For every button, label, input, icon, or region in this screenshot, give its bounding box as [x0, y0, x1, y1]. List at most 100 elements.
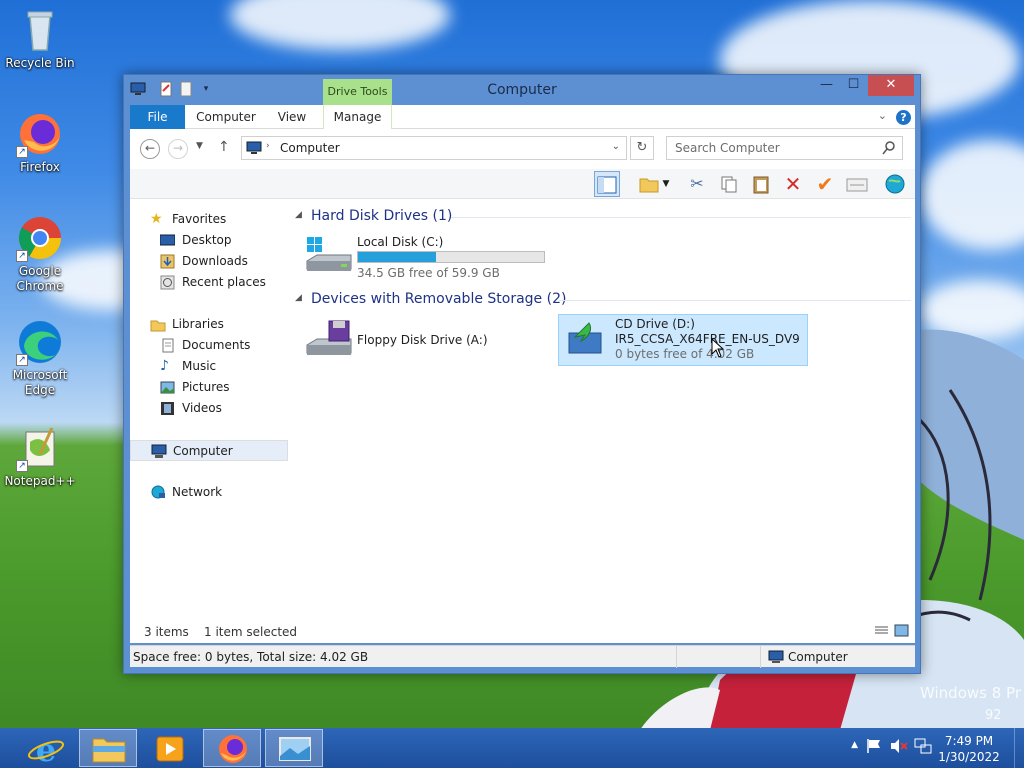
desktop-icon-chrome[interactable]: ↗ Google Chrome — [2, 214, 78, 294]
search-icon — [882, 141, 896, 158]
drive-free-space: 34.5 GB free of 59.9 GB — [357, 266, 500, 280]
show-hidden-icons[interactable]: ▲ — [851, 740, 858, 750]
forward-button[interactable]: → — [168, 139, 188, 159]
drive-usage-bar — [357, 251, 545, 263]
refresh-button[interactable]: ↻ — [630, 136, 654, 160]
properties-toolbar-icon[interactable] — [844, 171, 870, 197]
drive-floppy-a[interactable]: Floppy Disk Drive (A:) — [305, 319, 545, 369]
cut-icon[interactable]: ✂ — [684, 171, 710, 197]
open-folder-icon[interactable] — [636, 171, 662, 197]
nav-libraries[interactable]: Libraries — [130, 314, 288, 335]
system-clock[interactable]: 7:49 PM 1/30/2022 — [938, 733, 1000, 765]
nav-favorites[interactable]: ★ Favorites — [130, 209, 288, 230]
nav-desktop[interactable]: Desktop — [130, 230, 288, 251]
drives-view: ◢ Hard Disk Drives (1) Local Disk (C:) 3… — [295, 199, 915, 619]
large-icons-view-icon[interactable] — [894, 624, 909, 640]
status-divider — [760, 646, 761, 668]
network-globe-icon[interactable] — [882, 171, 908, 197]
volume-muted-icon[interactable] — [890, 738, 908, 757]
nav-music[interactable]: ♪ Music — [130, 356, 288, 377]
title-bar[interactable]: ▾ Drive Tools Computer — ☐ ✕ — [124, 75, 920, 106]
nav-videos[interactable]: Videos — [130, 398, 288, 419]
maximize-button[interactable]: ☐ — [840, 75, 867, 96]
drive-name: Floppy Disk Drive (A:) — [357, 333, 488, 347]
network-status-icon[interactable] — [914, 738, 932, 757]
tab-manage[interactable]: Manage — [323, 105, 392, 129]
delete-icon[interactable]: ✕ — [780, 171, 806, 197]
desktop-icon-recycle-bin[interactable]: Recycle Bin — [2, 6, 78, 71]
desktop-icon-notepadpp[interactable]: ↗ Notepad++ — [2, 424, 78, 489]
videos-icon — [160, 401, 175, 416]
breadcrumb-computer[interactable]: Computer — [280, 141, 340, 155]
nav-downloads[interactable]: Downloads — [130, 251, 288, 272]
shortcut-arrow-icon: ↗ — [16, 146, 28, 158]
minimize-button[interactable]: — — [813, 75, 840, 96]
computer-icon — [768, 650, 784, 667]
recent-locations-icon[interactable]: ▼ — [196, 141, 203, 151]
action-center-flag-icon[interactable] — [866, 738, 882, 757]
nav-recent-places[interactable]: Recent places — [130, 272, 288, 293]
space-details: Space free: 0 bytes, Total size: 4.02 GB — [133, 650, 369, 664]
details-view-icon[interactable] — [874, 624, 889, 640]
desktop-icon-label: Notepad++ — [4, 474, 76, 488]
display-window-icon — [279, 737, 311, 761]
drive-cd-d-selected[interactable]: CD Drive (D:) IR5_CCSA_X64FRE_EN-US_DV9 … — [558, 314, 808, 366]
nav-computer[interactable]: Computer — [130, 440, 288, 461]
address-dropdown-icon[interactable]: ⌄ — [612, 141, 620, 152]
desktop-icon — [159, 233, 176, 248]
drive-local-disk-c[interactable]: Local Disk (C:) 34.5 GB free of 59.9 GB — [305, 235, 545, 285]
folder-dropdown-icon[interactable]: ▼ — [660, 171, 672, 197]
collapse-group-icon[interactable]: ◢ — [295, 293, 302, 303]
paste-icon[interactable] — [748, 171, 774, 197]
notepadpp-icon: ↗ — [16, 424, 64, 472]
help-icon[interactable]: ? — [896, 110, 911, 125]
recent-places-icon — [160, 275, 175, 290]
shortcut-arrow-icon: ↗ — [16, 250, 28, 262]
details-status-bar: Space free: 0 bytes, Total size: 4.02 GB… — [130, 645, 915, 668]
pictures-icon — [160, 380, 175, 395]
close-button[interactable]: ✕ — [868, 75, 914, 96]
taskbar-firefox[interactable] — [203, 729, 261, 767]
preview-pane-button[interactable] — [594, 171, 620, 197]
group-header-hard-disks[interactable]: Hard Disk Drives (1) — [311, 208, 452, 224]
rename-check-icon[interactable]: ✔ — [812, 171, 838, 197]
mouse-cursor-icon — [711, 337, 725, 361]
drive-name: Local Disk (C:) — [357, 235, 444, 249]
collapse-group-icon[interactable]: ◢ — [295, 210, 302, 220]
taskbar-internet-explorer[interactable]: e — [16, 729, 74, 768]
nav-label: Network — [172, 485, 223, 499]
taskbar-file-explorer[interactable] — [79, 729, 137, 767]
music-icon: ♪ — [160, 358, 169, 374]
nav-documents[interactable]: Documents — [130, 335, 288, 356]
nav-label: Favorites — [172, 212, 227, 226]
search-input[interactable]: Search Computer — [666, 136, 903, 160]
back-button[interactable]: ← — [140, 139, 160, 159]
address-bar[interactable]: › Computer ⌄ — [241, 136, 627, 160]
firefox-icon — [219, 735, 247, 763]
chrome-icon: ↗ — [16, 214, 64, 262]
nav-network[interactable]: Network — [130, 482, 288, 503]
copy-icon[interactable] — [716, 171, 742, 197]
tab-computer[interactable]: Computer — [190, 105, 262, 129]
media-player-icon — [156, 736, 184, 762]
tab-file[interactable]: File — [130, 105, 185, 129]
taskbar-media-player[interactable] — [140, 729, 198, 767]
group-header-removable[interactable]: Devices with Removable Storage (2) — [311, 291, 566, 307]
desktop-icon-firefox[interactable]: ↗ Firefox — [2, 110, 78, 175]
tab-view[interactable]: View — [270, 105, 314, 129]
up-button[interactable]: ↑ — [218, 139, 230, 155]
windows-watermark: Windows 8 Pr — [920, 684, 1021, 702]
taskbar-remote-app[interactable] — [265, 729, 323, 767]
hard-drive-windows-icon — [305, 235, 353, 280]
nav-pictures[interactable]: Pictures — [130, 377, 288, 398]
expand-ribbon-icon[interactable]: ⌄ — [878, 109, 887, 122]
show-desktop-button[interactable] — [1014, 728, 1024, 768]
group-divider — [559, 300, 911, 301]
desktop-icon-edge[interactable]: ↗ Microsoft Edge — [2, 318, 78, 398]
desktop-icon-label: Recycle Bin — [5, 56, 75, 70]
recycle-bin-icon — [16, 6, 64, 54]
command-toolbar: ▼ ✂ ✕ ✔ — [130, 169, 915, 199]
breadcrumb-chevron-icon[interactable]: › — [266, 141, 270, 151]
desktop-icon-label: Microsoft Edge — [12, 368, 68, 397]
drive-name: CD Drive (D:) — [615, 317, 695, 331]
